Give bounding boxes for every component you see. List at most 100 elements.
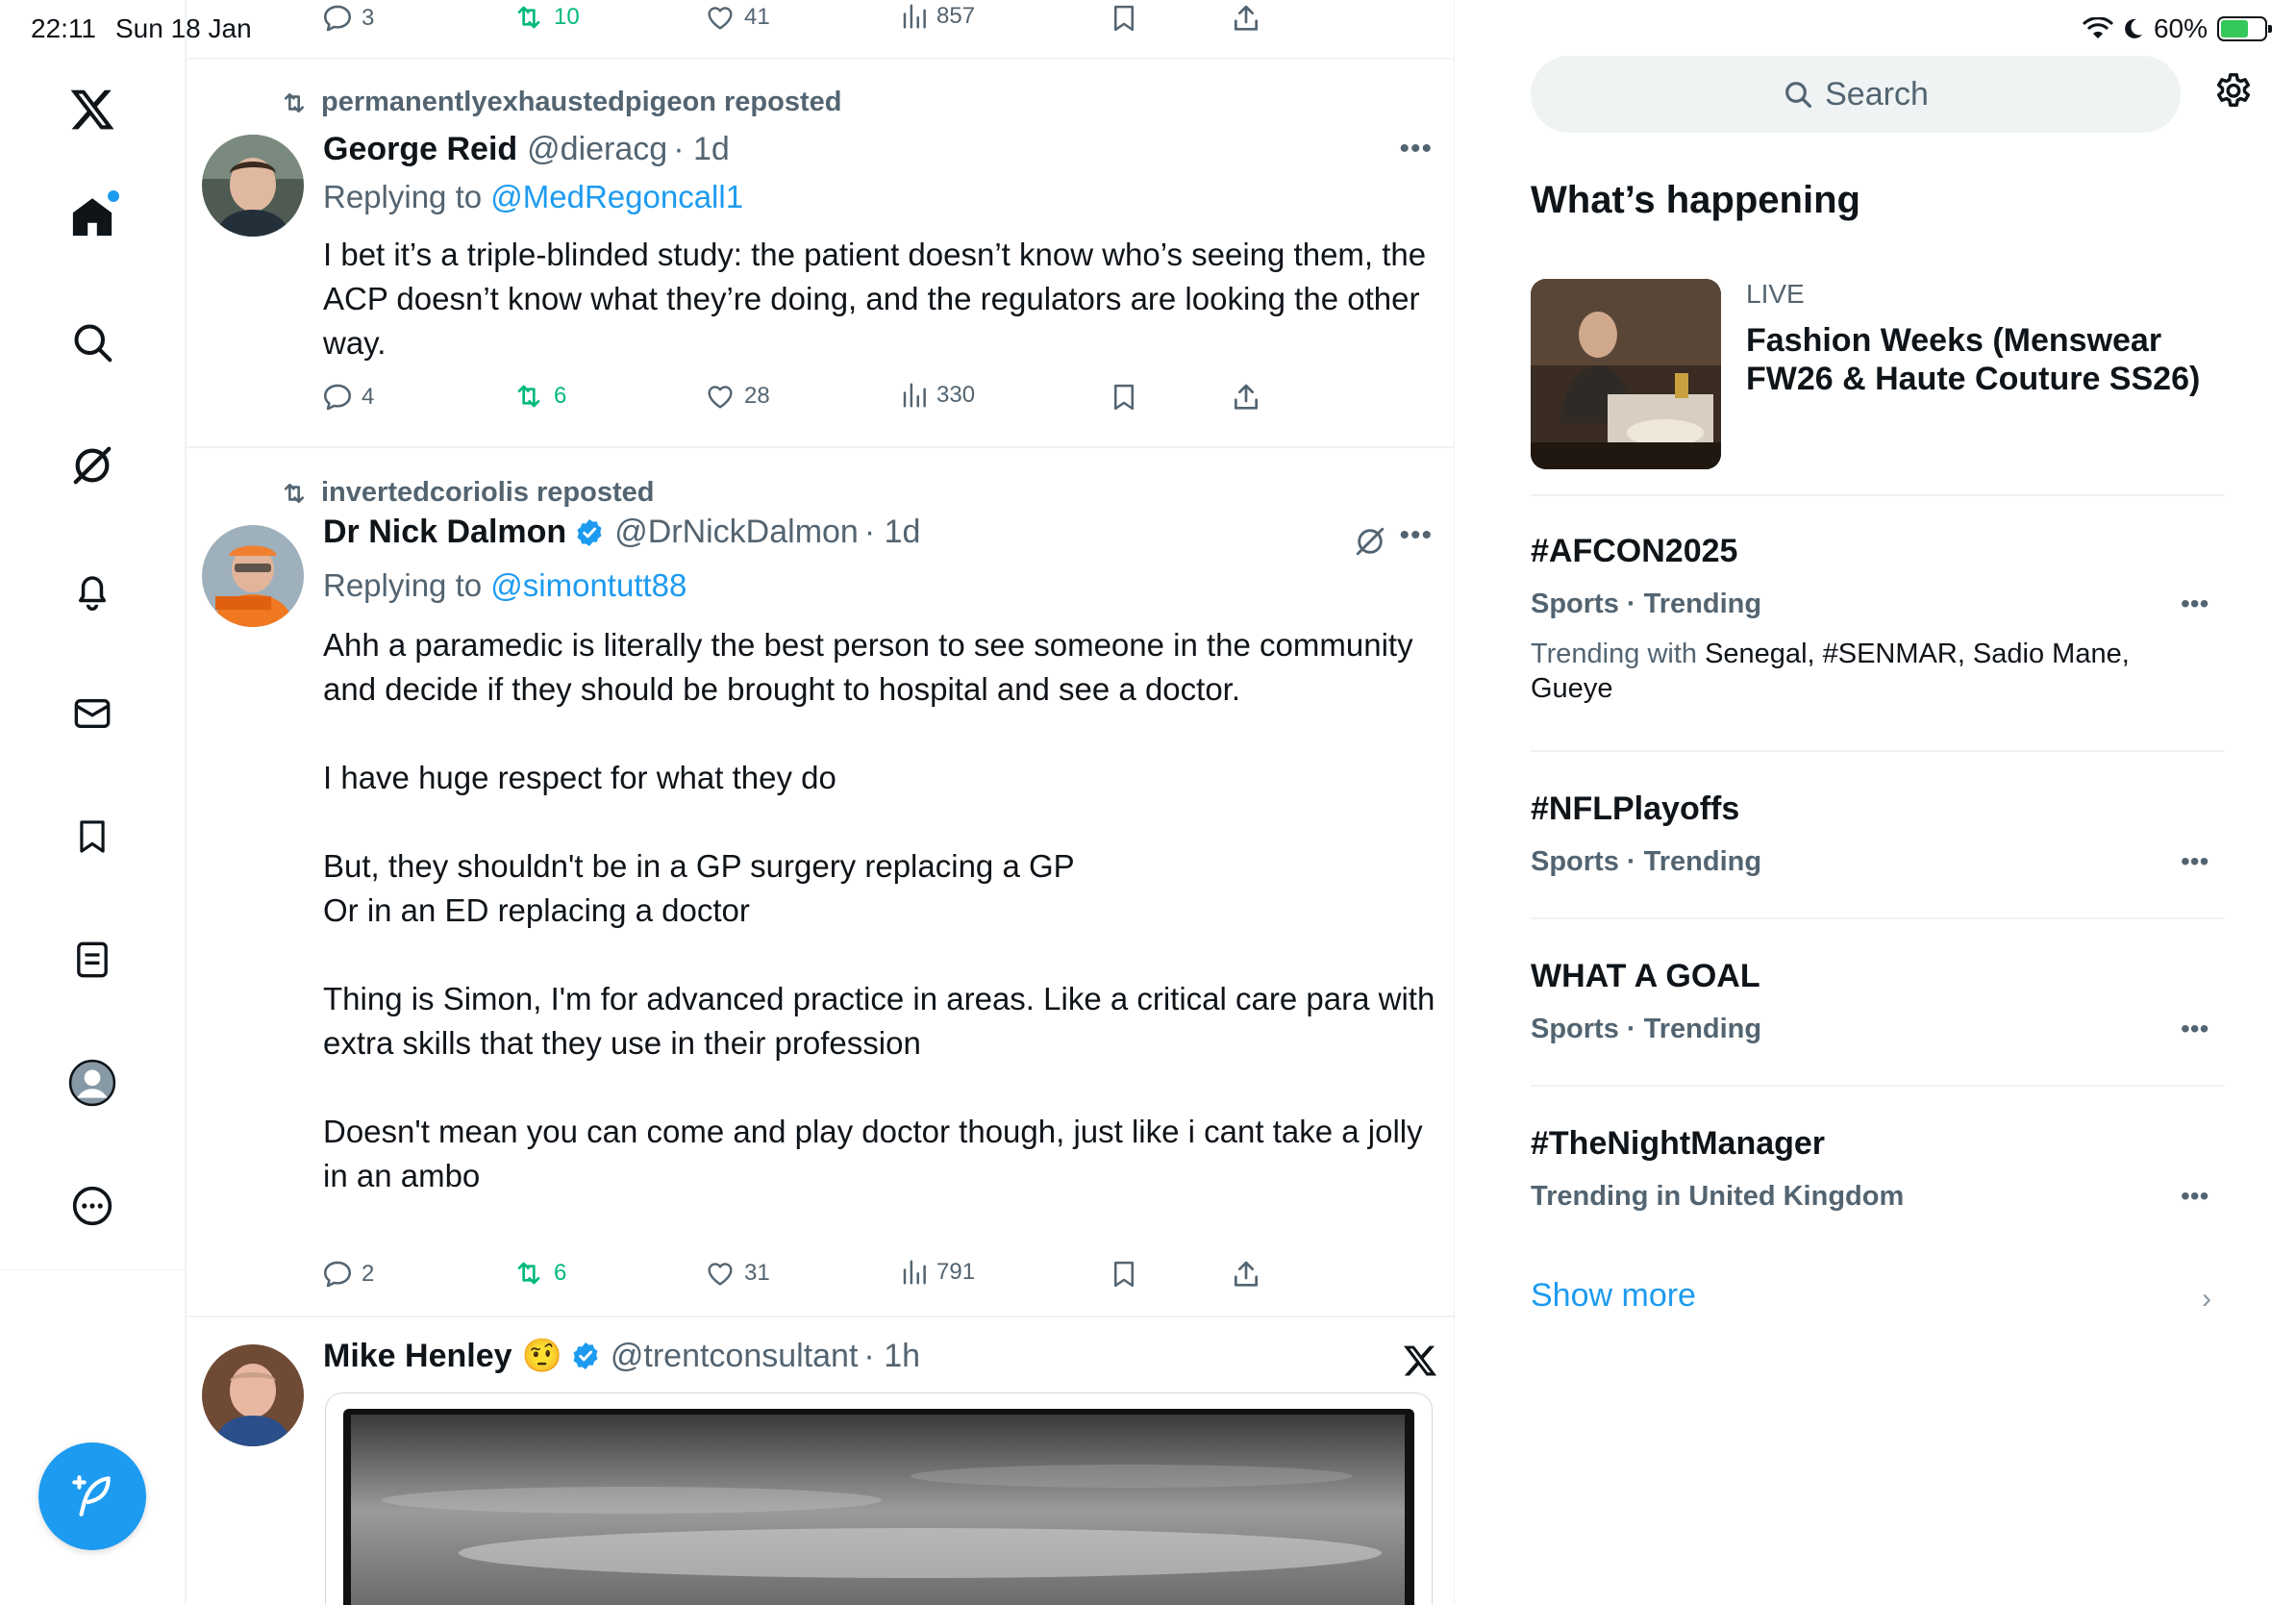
replying-to: Replying to @simontutt88 — [323, 567, 686, 604]
envelope-icon — [71, 694, 113, 733]
replying-to-label: Replying to — [323, 179, 491, 214]
trend-category: Sports · Trending — [1531, 846, 1762, 877]
like-count: 41 — [744, 4, 770, 30]
bookmark-button[interactable] — [1110, 2, 1138, 35]
more-options-icon[interactable]: ••• — [2181, 1181, 2209, 1212]
chevron-right-icon[interactable]: › — [2202, 1283, 2211, 1316]
view-count: 791 — [936, 1259, 976, 1285]
nav-home[interactable] — [58, 183, 127, 252]
tweet-actions: 3 10 41 857 — [321, 2, 1283, 40]
nav-more[interactable] — [58, 1171, 127, 1241]
media-photo — [343, 1409, 1414, 1605]
like-button[interactable]: 41 — [704, 2, 770, 33]
author-handle[interactable]: @dieracg — [527, 131, 667, 168]
side-navigation — [0, 0, 185, 1270]
share-icon — [1231, 1258, 1261, 1291]
search-input[interactable]: Search — [1531, 56, 2181, 133]
repost-button[interactable]: 10 — [512, 2, 580, 33]
nav-profile[interactable] — [58, 1048, 127, 1117]
nav-grok[interactable] — [58, 431, 127, 500]
bookmark-button[interactable] — [1110, 381, 1138, 414]
bookmark-button[interactable] — [1110, 1258, 1138, 1291]
compose-button[interactable] — [38, 1442, 146, 1550]
avatar[interactable] — [202, 525, 304, 627]
verified-badge-icon — [574, 517, 605, 548]
reply-count: 3 — [362, 5, 375, 31]
repost-attribution-text: permanentlyexhaustedpigeon reposted — [321, 87, 842, 117]
reply-button[interactable]: 2 — [321, 1258, 374, 1291]
avatar[interactable] — [202, 135, 304, 237]
media-card[interactable] — [325, 1392, 1433, 1605]
nav-notifications[interactable] — [58, 556, 127, 625]
tweet-divider — [187, 446, 1454, 448]
reply-button[interactable]: 4 — [321, 381, 374, 414]
trend-divider — [1531, 917, 2225, 919]
gear-icon[interactable] — [2211, 71, 2256, 115]
mention-link[interactable]: @simontutt88 — [490, 567, 686, 603]
share-button[interactable] — [1231, 2, 1261, 35]
views-button[interactable]: 857 — [900, 2, 975, 31]
author-name[interactable]: Mike Henley — [323, 1338, 512, 1375]
repost-button[interactable]: 6 — [512, 1258, 566, 1289]
bell-icon — [72, 569, 112, 612]
like-count: 28 — [744, 383, 770, 409]
like-button[interactable]: 28 — [704, 381, 770, 412]
tweet-author: George Reid @dieracg · 1d — [323, 131, 730, 168]
author-handle[interactable]: @DrNickDalmon — [614, 514, 859, 551]
trending-with-label: Trending with — [1531, 639, 1706, 669]
share-icon — [1231, 2, 1261, 35]
author-handle[interactable]: @trentconsultant — [611, 1338, 859, 1375]
repost-count: 6 — [554, 383, 567, 409]
avatar[interactable] — [202, 1344, 304, 1446]
event-thumbnail — [1531, 279, 1721, 469]
grok-icon[interactable] — [1354, 525, 1386, 558]
nav-explore[interactable] — [58, 308, 127, 377]
mention-link[interactable]: @MedRegoncall1 — [490, 179, 743, 214]
reply-button[interactable]: 3 — [321, 2, 374, 35]
more-options-icon[interactable]: ••• — [2181, 1014, 2209, 1044]
more-options-icon[interactable]: ••• — [1399, 519, 1433, 552]
like-button[interactable]: 31 — [704, 1258, 770, 1289]
tweet-text: Ahh a paramedic is literally the best pe… — [323, 627, 1435, 1193]
repost-small-icon — [279, 480, 310, 507]
share-icon — [1231, 381, 1261, 414]
repost-icon — [512, 381, 546, 412]
whats-happening-title: What’s happening — [1531, 179, 1860, 221]
share-button[interactable] — [1231, 1258, 1261, 1291]
show-more-link[interactable]: Show more — [1531, 1277, 1696, 1315]
moon-icon — [2123, 17, 2144, 40]
tweet-text: I bet it’s a triple-blinded study: the p… — [323, 237, 1427, 361]
tweet-divider — [187, 1316, 1454, 1317]
bookmark-icon — [74, 815, 111, 858]
more-options-icon[interactable]: ••• — [2181, 589, 2209, 619]
nav-messages[interactable] — [58, 679, 127, 748]
share-button[interactable] — [1231, 381, 1261, 414]
nav-lists[interactable] — [58, 925, 127, 994]
more-options-icon[interactable]: ••• — [2181, 846, 2209, 877]
x-logo-icon[interactable] — [58, 75, 127, 144]
author-name[interactable]: George Reid — [323, 131, 517, 168]
heart-icon — [704, 2, 736, 33]
reply-icon — [321, 381, 354, 414]
tweet-actions: 2 6 31 791 — [321, 1258, 1283, 1296]
repost-icon — [512, 2, 546, 33]
profile-avatar-icon — [68, 1059, 116, 1107]
repost-button[interactable]: 6 — [512, 381, 566, 412]
trend-name: WHAT A GOAL — [1531, 958, 1760, 994]
repost-attribution: invertedcoriolis reposted — [279, 477, 655, 509]
tweet-time: · 1d — [673, 131, 730, 167]
views-button[interactable]: 791 — [900, 1258, 975, 1287]
author-name[interactable]: Dr Nick Dalmon — [323, 514, 566, 551]
search-icon — [1783, 79, 1813, 110]
repost-icon — [512, 1258, 546, 1289]
repost-attribution-text: invertedcoriolis reposted — [321, 477, 655, 508]
views-button[interactable]: 330 — [900, 381, 975, 410]
search-icon — [71, 321, 113, 364]
x-close-icon[interactable] — [1402, 1342, 1438, 1379]
more-options-icon[interactable]: ••• — [1399, 133, 1433, 165]
views-chart-icon — [900, 2, 929, 31]
tweet-author: Dr Nick Dalmon @DrNickDalmon · 1d — [323, 514, 920, 551]
tweet-time: · 1h — [863, 1337, 921, 1374]
nav-bookmarks[interactable] — [58, 802, 127, 871]
trend-category: Sports · Trending — [1531, 1014, 1762, 1044]
